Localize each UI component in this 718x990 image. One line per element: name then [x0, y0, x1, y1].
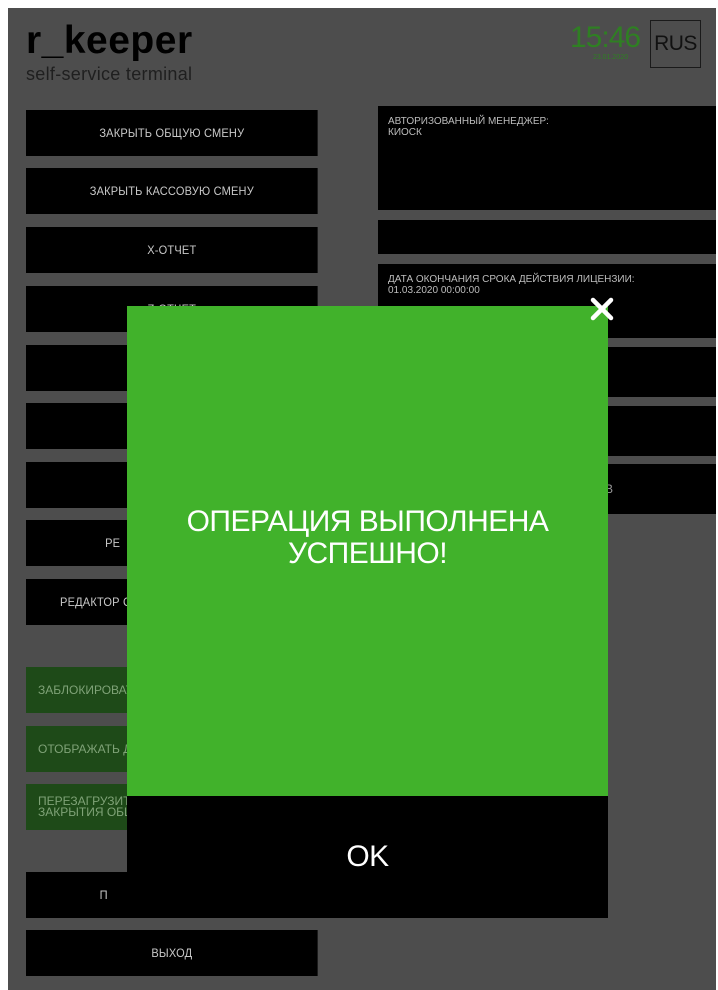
clock-time: 15:46	[570, 21, 641, 54]
close-icon-glyph	[590, 297, 614, 321]
clock-date: 23.01.2020	[592, 54, 628, 61]
success-message: ОПЕРАЦИЯ ВЫПОЛНЕНА УСПЕШНО!	[186, 505, 549, 570]
manager-label: АВТОРИЗОВАННЫЙ МЕНЕДЖЕР:	[388, 116, 549, 127]
license-value: 01.03.2020 00:00:00	[388, 285, 480, 296]
ok-button[interactable]: OK	[127, 796, 608, 918]
close-icon[interactable]	[587, 294, 617, 324]
brand-name: r_keeper	[26, 19, 193, 62]
language-button[interactable]: RUS	[650, 20, 701, 68]
x-report-button[interactable]: X-ОТЧЕТ	[26, 227, 318, 273]
clock: 15:46 23.01.2020	[570, 21, 641, 62]
manager-panel: АВТОРИЗОВАННЫЙ МЕНЕДЖЕР: КИОСК	[378, 106, 716, 210]
close-general-shift-button[interactable]: ЗАКРЫТЬ ОБЩУЮ СМЕНУ	[26, 110, 318, 156]
success-dialog: ОПЕРАЦИЯ ВЫПОЛНЕНА УСПЕШНО! OK	[127, 306, 608, 918]
brand-logo: r_keeper self-service terminal	[26, 19, 193, 85]
brand-subtitle: self-service terminal	[26, 64, 193, 84]
kiosk-screen: r_keeper self-service terminal 15:46 23.…	[8, 8, 716, 990]
manager-value: КИОСК	[388, 127, 422, 138]
license-label: ДАТА ОКОНЧАНИЯ СРОКА ДЕЙСТВИЯ ЛИЦЕНЗИИ:	[388, 274, 635, 285]
info-panel-empty	[378, 220, 716, 254]
exit-button[interactable]: ВЫХОД	[26, 930, 318, 976]
success-dialog-body: ОПЕРАЦИЯ ВЫПОЛНЕНА УСПЕШНО!	[127, 306, 608, 796]
close-cash-shift-button[interactable]: ЗАКРЫТЬ КАССОВУЮ СМЕНУ	[26, 168, 318, 214]
